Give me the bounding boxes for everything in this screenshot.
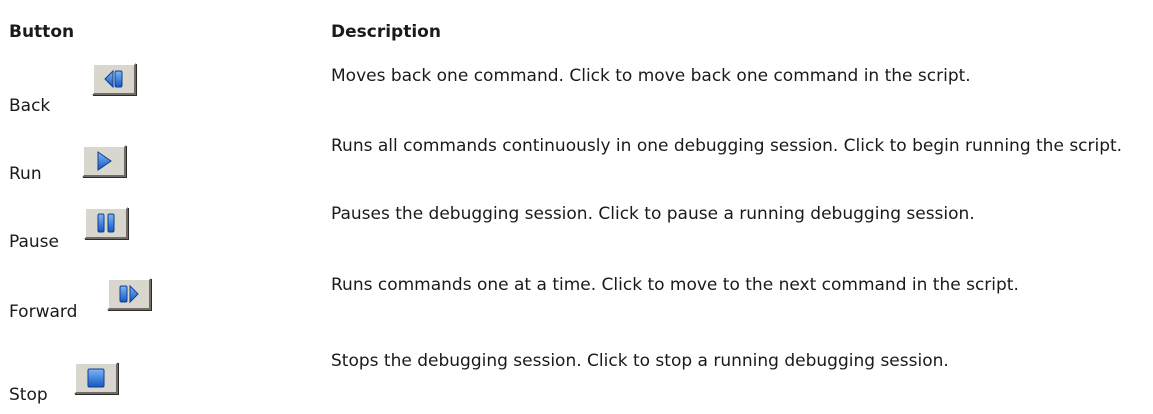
run-button[interactable]: [82, 145, 126, 177]
button-label-forward: Forward: [9, 302, 78, 322]
forward-icon: [119, 284, 139, 304]
pause-button[interactable]: [84, 207, 128, 239]
description-stop: Stops the debugging session. Click to st…: [331, 351, 949, 371]
column-header-button: Button: [9, 22, 75, 42]
description-run: Runs all commands continuously in one de…: [331, 136, 1123, 156]
description-pause: Pauses the debugging session. Click to p…: [331, 204, 975, 224]
button-description-table: Button Description Back Moves back one c…: [0, 0, 1153, 414]
column-header-description: Description: [331, 22, 441, 42]
description-back: Moves back one command. Click to move ba…: [331, 66, 971, 86]
button-label-pause: Pause: [9, 232, 59, 252]
button-label-run: Run: [9, 164, 42, 184]
back-button[interactable]: [92, 63, 136, 95]
back-icon: [104, 69, 123, 89]
pause-icon: [97, 213, 115, 233]
description-forward: Runs commands one at a time. Click to mo…: [331, 275, 1019, 295]
forward-button[interactable]: [107, 278, 151, 310]
button-label-back: Back: [9, 96, 51, 116]
run-icon: [97, 151, 112, 171]
stop-icon: [87, 368, 105, 388]
button-label-stop: Stop: [9, 385, 48, 405]
stop-button[interactable]: [74, 362, 118, 394]
